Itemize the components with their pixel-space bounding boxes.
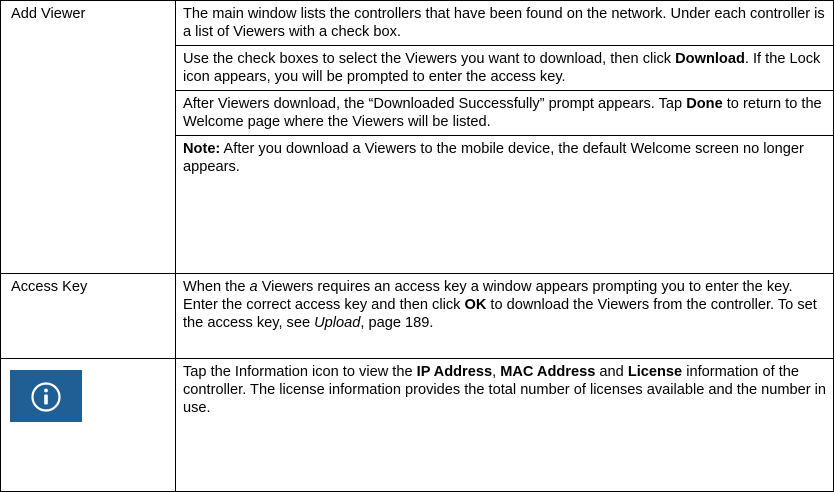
table-row-access-key: Access Key When the a Viewers requires a… xyxy=(0,273,834,359)
note-label: Note: xyxy=(183,141,221,157)
paragraph-main-window: The main window lists the controllers th… xyxy=(183,6,825,40)
information-icon-glyph xyxy=(31,382,61,412)
paragraph-after-download: After Viewers download, the “Downloaded … xyxy=(176,90,833,135)
paragraph-note: Note: After you download a Viewers to th… xyxy=(176,135,833,180)
term-cell: Add Viewer xyxy=(0,0,176,274)
ok-term: OK xyxy=(464,297,487,313)
upload-reference: Upload xyxy=(314,315,361,331)
table-row-add-viewer: Add Viewer The main window lists the con… xyxy=(0,0,834,274)
information-icon xyxy=(10,370,82,422)
license-term: License xyxy=(627,364,683,380)
download-term: Download xyxy=(675,51,745,67)
done-term: Done xyxy=(686,96,723,112)
term-add-viewer: Add Viewer xyxy=(11,6,86,22)
paragraph-access-key: When the a Viewers requires an access ke… xyxy=(183,279,817,331)
ip-address-term: IP Address xyxy=(416,364,493,380)
term-access-key: Access Key xyxy=(11,279,88,295)
mac-address-term: MAC Address xyxy=(500,364,596,380)
table-row-information: Tap the Information icon to view the IP … xyxy=(0,358,834,492)
description-cell: When the a Viewers requires an access ke… xyxy=(175,273,834,359)
term-cell: Access Key xyxy=(0,273,176,359)
paragraph-check-boxes: Use the check boxes to select the Viewer… xyxy=(176,45,833,90)
paragraph-information: Tap the Information icon to view the IP … xyxy=(183,364,827,416)
term-cell xyxy=(0,358,176,492)
reference-table: Add Viewer The main window lists the con… xyxy=(0,0,834,492)
description-cell: Tap the Information icon to view the IP … xyxy=(175,358,834,492)
description-cell: The main window lists the controllers th… xyxy=(175,0,834,274)
